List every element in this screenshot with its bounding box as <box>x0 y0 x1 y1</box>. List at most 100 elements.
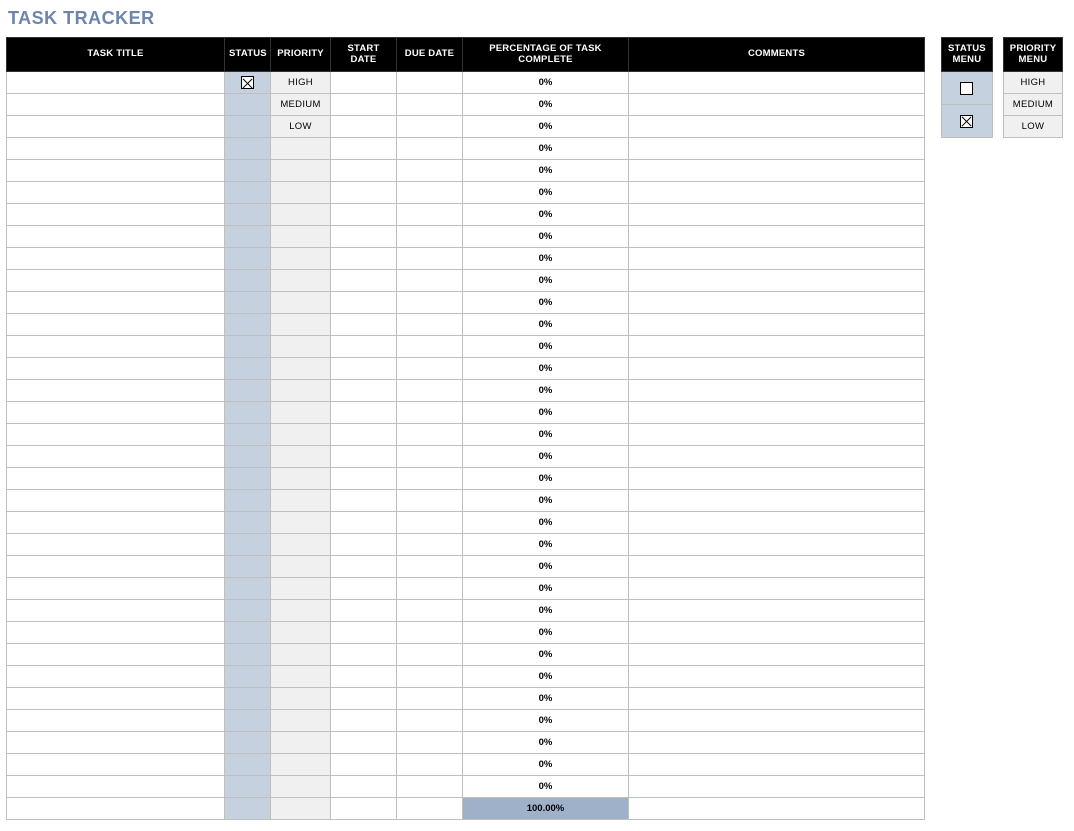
comments-cell[interactable] <box>629 424 925 446</box>
status-cell[interactable] <box>225 732 271 754</box>
status-cell[interactable] <box>225 314 271 336</box>
status-cell[interactable] <box>225 72 271 94</box>
task-title-cell[interactable] <box>7 578 225 600</box>
total-title-cell[interactable] <box>7 798 225 820</box>
due-date-cell[interactable] <box>397 226 463 248</box>
priority-cell[interactable] <box>271 336 331 358</box>
start-date-cell[interactable] <box>331 138 397 160</box>
start-date-cell[interactable] <box>331 512 397 534</box>
status-cell[interactable] <box>225 556 271 578</box>
due-date-cell[interactable] <box>397 776 463 798</box>
comments-cell[interactable] <box>629 710 925 732</box>
priority-cell[interactable] <box>271 490 331 512</box>
status-cell[interactable] <box>225 160 271 182</box>
status-cell[interactable] <box>225 688 271 710</box>
comments-cell[interactable] <box>629 226 925 248</box>
task-title-cell[interactable] <box>7 710 225 732</box>
status-menu-item[interactable] <box>942 72 993 105</box>
priority-menu-item[interactable]: MEDIUM <box>1003 94 1062 116</box>
status-cell[interactable] <box>225 490 271 512</box>
status-cell[interactable] <box>225 424 271 446</box>
comments-cell[interactable] <box>629 600 925 622</box>
priority-cell[interactable] <box>271 248 331 270</box>
task-title-cell[interactable] <box>7 270 225 292</box>
task-title-cell[interactable] <box>7 248 225 270</box>
due-date-cell[interactable] <box>397 72 463 94</box>
status-cell[interactable] <box>225 292 271 314</box>
due-date-cell[interactable] <box>397 358 463 380</box>
due-date-cell[interactable] <box>397 600 463 622</box>
status-cell[interactable] <box>225 182 271 204</box>
priority-cell[interactable] <box>271 314 331 336</box>
priority-cell[interactable] <box>271 754 331 776</box>
status-cell[interactable] <box>225 336 271 358</box>
start-date-cell[interactable] <box>331 644 397 666</box>
due-date-cell[interactable] <box>397 270 463 292</box>
start-date-cell[interactable] <box>331 732 397 754</box>
due-date-cell[interactable] <box>397 710 463 732</box>
status-cell[interactable] <box>225 204 271 226</box>
total-priority-cell[interactable] <box>271 798 331 820</box>
start-date-cell[interactable] <box>331 556 397 578</box>
start-date-cell[interactable] <box>331 72 397 94</box>
status-checkbox-icon[interactable] <box>960 115 973 128</box>
status-cell[interactable] <box>225 578 271 600</box>
due-date-cell[interactable] <box>397 622 463 644</box>
priority-menu-item[interactable]: HIGH <box>1003 72 1062 94</box>
task-title-cell[interactable] <box>7 732 225 754</box>
status-cell[interactable] <box>225 534 271 556</box>
priority-cell[interactable] <box>271 358 331 380</box>
priority-cell[interactable] <box>271 468 331 490</box>
priority-cell[interactable] <box>271 666 331 688</box>
task-title-cell[interactable] <box>7 600 225 622</box>
priority-cell[interactable] <box>271 292 331 314</box>
start-date-cell[interactable] <box>331 688 397 710</box>
start-date-cell[interactable] <box>331 358 397 380</box>
start-date-cell[interactable] <box>331 248 397 270</box>
due-date-cell[interactable] <box>397 754 463 776</box>
status-cell[interactable] <box>225 226 271 248</box>
comments-cell[interactable] <box>629 490 925 512</box>
due-date-cell[interactable] <box>397 94 463 116</box>
priority-cell[interactable] <box>271 688 331 710</box>
due-date-cell[interactable] <box>397 424 463 446</box>
status-cell[interactable] <box>225 754 271 776</box>
comments-cell[interactable] <box>629 446 925 468</box>
due-date-cell[interactable] <box>397 402 463 424</box>
task-title-cell[interactable] <box>7 622 225 644</box>
task-title-cell[interactable] <box>7 490 225 512</box>
task-title-cell[interactable] <box>7 182 225 204</box>
comments-cell[interactable] <box>629 160 925 182</box>
due-date-cell[interactable] <box>397 182 463 204</box>
priority-cell[interactable] <box>271 226 331 248</box>
priority-cell[interactable] <box>271 270 331 292</box>
status-cell[interactable] <box>225 776 271 798</box>
comments-cell[interactable] <box>629 534 925 556</box>
task-title-cell[interactable] <box>7 314 225 336</box>
task-title-cell[interactable] <box>7 336 225 358</box>
due-date-cell[interactable] <box>397 688 463 710</box>
due-date-cell[interactable] <box>397 446 463 468</box>
task-title-cell[interactable] <box>7 424 225 446</box>
task-title-cell[interactable] <box>7 72 225 94</box>
total-status-cell[interactable] <box>225 798 271 820</box>
start-date-cell[interactable] <box>331 204 397 226</box>
comments-cell[interactable] <box>629 776 925 798</box>
comments-cell[interactable] <box>629 204 925 226</box>
due-date-cell[interactable] <box>397 578 463 600</box>
start-date-cell[interactable] <box>331 314 397 336</box>
due-date-cell[interactable] <box>397 644 463 666</box>
due-date-cell[interactable] <box>397 248 463 270</box>
priority-cell[interactable] <box>271 732 331 754</box>
due-date-cell[interactable] <box>397 138 463 160</box>
comments-cell[interactable] <box>629 754 925 776</box>
priority-cell[interactable] <box>271 534 331 556</box>
due-date-cell[interactable] <box>397 512 463 534</box>
start-date-cell[interactable] <box>331 160 397 182</box>
start-date-cell[interactable] <box>331 710 397 732</box>
status-cell[interactable] <box>225 94 271 116</box>
priority-cell[interactable] <box>271 556 331 578</box>
start-date-cell[interactable] <box>331 402 397 424</box>
start-date-cell[interactable] <box>331 600 397 622</box>
due-date-cell[interactable] <box>397 732 463 754</box>
